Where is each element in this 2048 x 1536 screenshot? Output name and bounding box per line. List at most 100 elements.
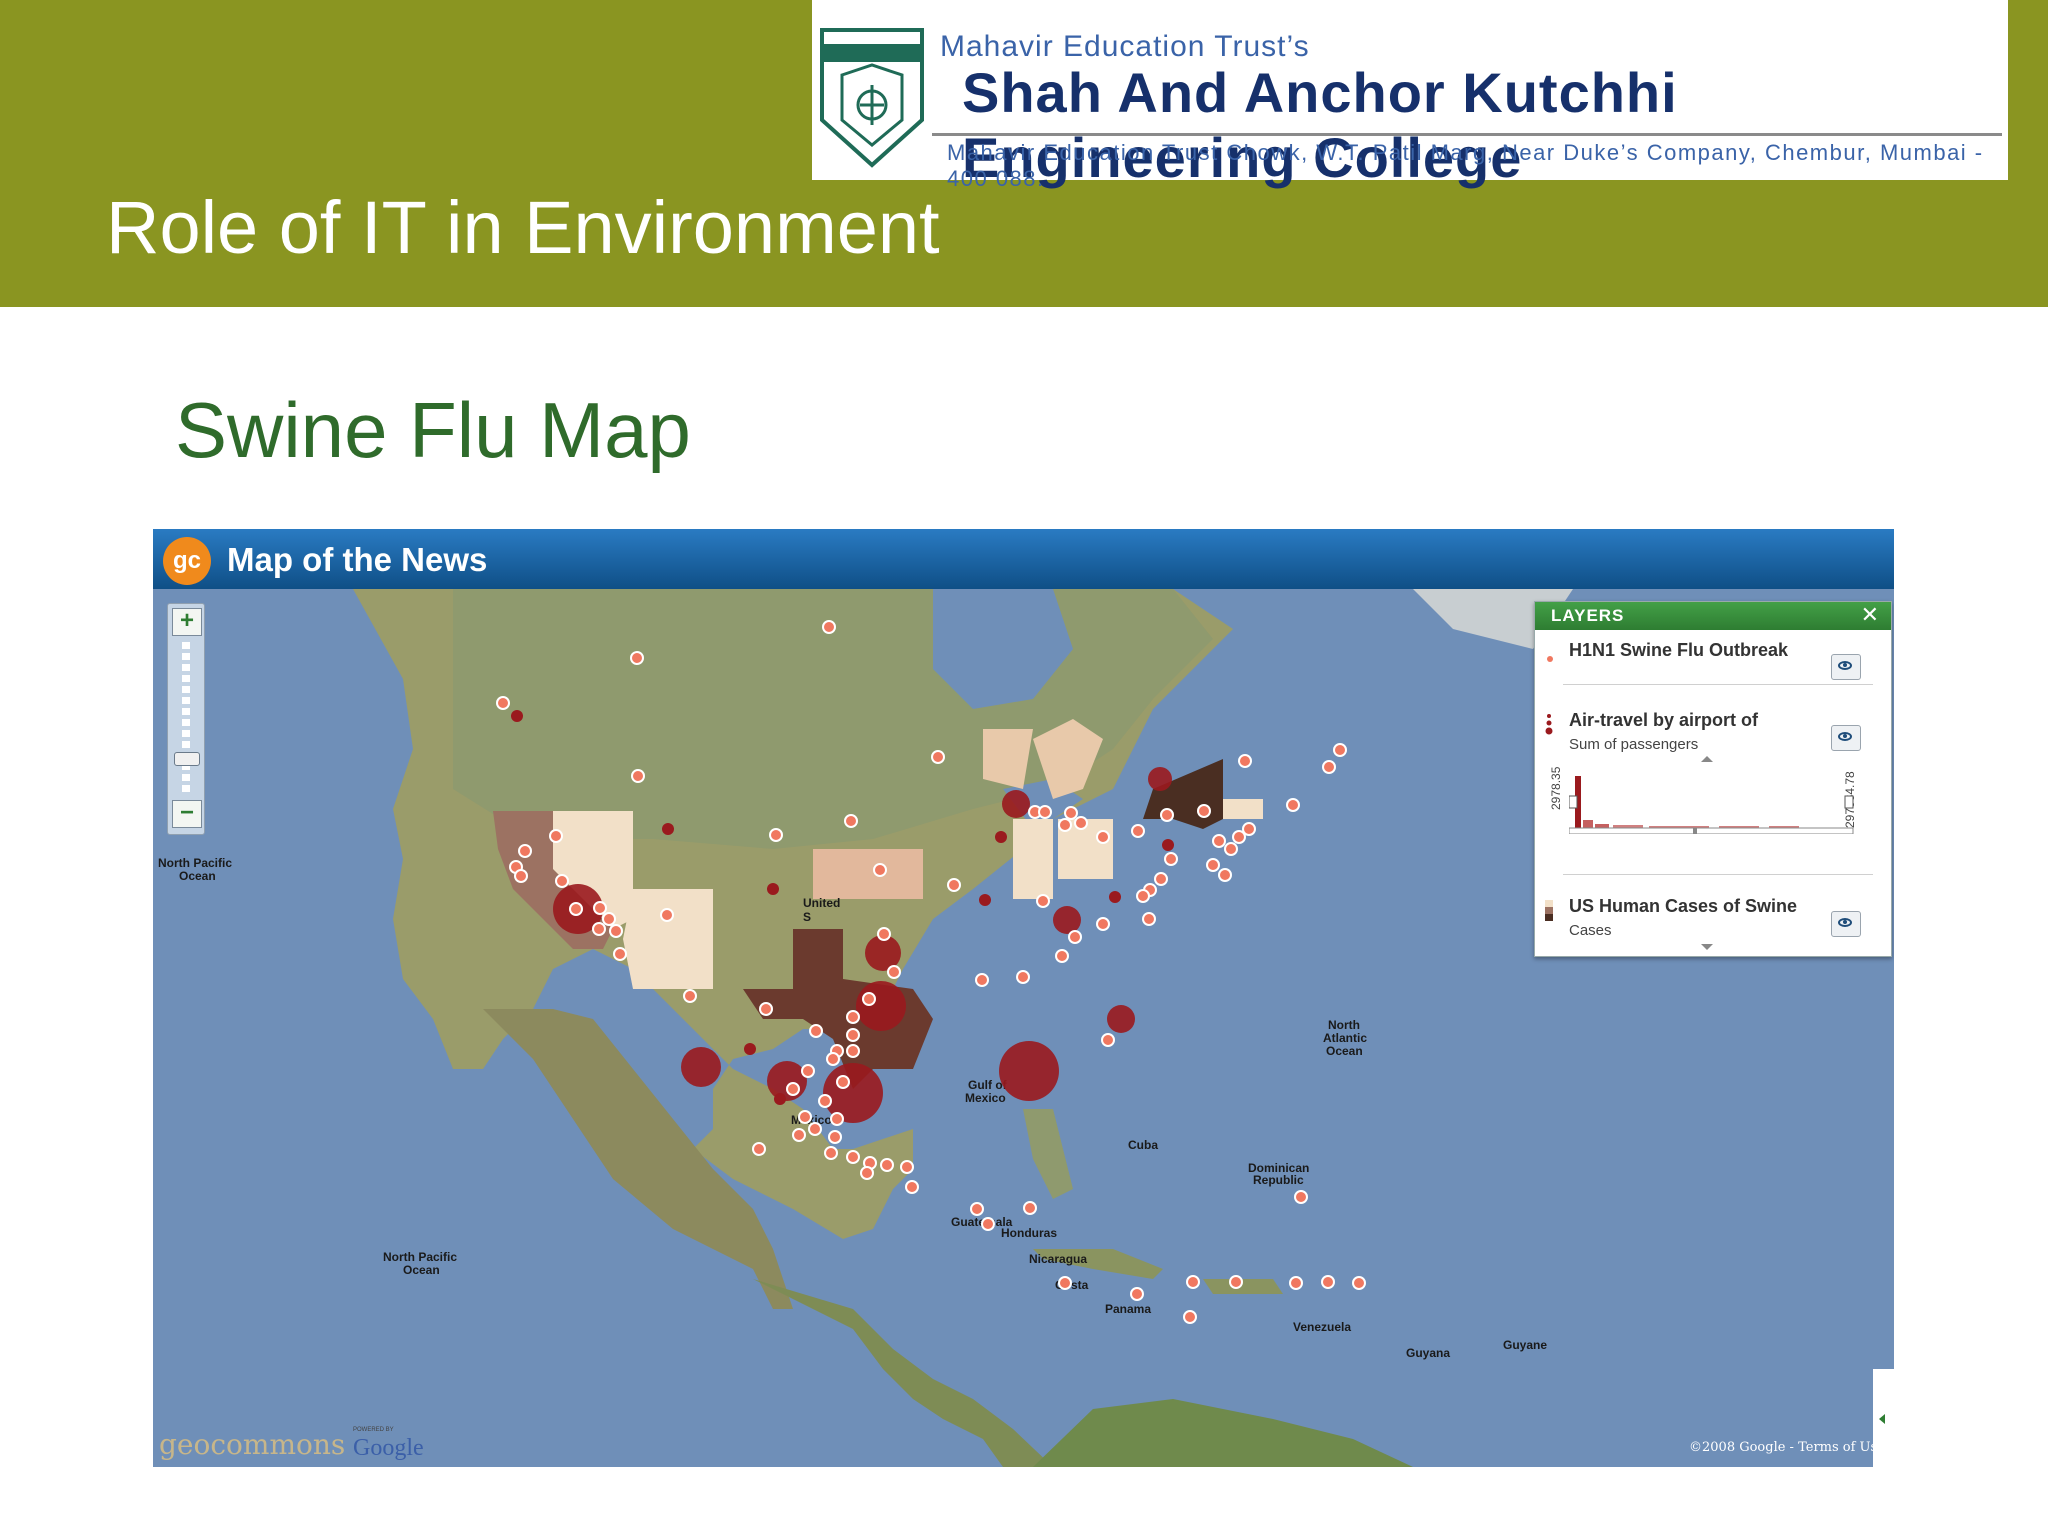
- outbreak-dot: [759, 1002, 773, 1016]
- collapse-down-icon[interactable]: [1700, 942, 1714, 952]
- airport-circle: [1002, 790, 1030, 818]
- outbreak-dot: [1289, 1276, 1303, 1290]
- layer-name-airtravel: Air-travel by airport of: [1569, 710, 1759, 730]
- outbreak-dot: [518, 844, 532, 858]
- outbreak-dot: [1164, 852, 1178, 866]
- collapse-up-icon[interactable]: [1700, 754, 1714, 764]
- histogram-handle-right[interactable]: [1844, 795, 1854, 809]
- outbreak-dot: [549, 829, 563, 843]
- outbreak-dot: [844, 814, 858, 828]
- airport-circle: [1107, 1005, 1135, 1033]
- outbreak-dot: [1322, 760, 1336, 774]
- outbreak-dot: [1096, 830, 1110, 844]
- label-united-states: United: [803, 896, 840, 910]
- label-north-atlantic: North: [1328, 1018, 1360, 1032]
- outbreak-dot: [975, 973, 989, 987]
- slide-subtitle: Swine Flu Map: [175, 386, 691, 474]
- zoom-slider-handle[interactable]: [174, 752, 200, 766]
- college-address: Mahavir Education Trust Chowk, W.T. Pati…: [947, 140, 1984, 191]
- outbreak-dot: [1294, 1190, 1308, 1204]
- slide-title: Role of IT in Environment: [106, 186, 940, 269]
- eye-icon-cases[interactable]: [1831, 911, 1861, 937]
- outbreak-dot: [1183, 1310, 1197, 1324]
- outbreak-dot: [826, 1052, 840, 1066]
- eye-icon-airtravel[interactable]: [1831, 725, 1861, 751]
- close-icon[interactable]: ✕: [1861, 603, 1879, 628]
- outbreak-dot: [1154, 872, 1168, 886]
- airport-circle: [1148, 767, 1172, 791]
- outbreak-dot: [824, 1146, 838, 1160]
- outbreak-dot: [1238, 754, 1252, 768]
- zoom-slider-track[interactable]: [182, 642, 190, 792]
- label-panama: Panama: [1105, 1302, 1151, 1316]
- outbreak-dot: [877, 927, 891, 941]
- outbreak-dot: [1130, 1287, 1144, 1301]
- layer-divider: [1563, 874, 1873, 875]
- outbreak-dot: [609, 924, 623, 938]
- outbreak-dot: [900, 1160, 914, 1174]
- outbreak-dot: [1321, 1275, 1335, 1289]
- outbreak-dot: [786, 1082, 800, 1096]
- histogram-handle-left[interactable]: [1569, 795, 1578, 809]
- outbreak-dot: [769, 828, 783, 842]
- outbreak-dot: [801, 1064, 815, 1078]
- outbreak-dot: [1036, 894, 1050, 908]
- map-credits: ©2008 Google - Terms of Use: [1689, 1440, 1885, 1455]
- college-banner: Mahavir Education Trust’s Shah And Ancho…: [812, 0, 2008, 191]
- layer-name-outbreak: H1N1 Swine Flu Outbreak: [1569, 640, 1789, 660]
- outbreak-dot: [631, 769, 645, 783]
- eye-icon-outbreak[interactable]: [1831, 654, 1861, 680]
- zoom-control: + −: [167, 603, 205, 835]
- outbreak-dot: [613, 947, 627, 961]
- outbreak-dot: [1224, 842, 1238, 856]
- layer-sub-airtravel: Sum of passengers: [1569, 736, 1699, 753]
- outbreak-dot: [752, 1142, 766, 1156]
- airport-circle: [999, 1041, 1059, 1101]
- outbreak-dot: [1142, 912, 1156, 926]
- histogram-bar: [1583, 820, 1593, 828]
- outbreak-dot: [1131, 824, 1145, 838]
- label-honduras: Honduras: [1001, 1226, 1057, 1240]
- label-united-states-b: S: [803, 910, 811, 924]
- outbreak-dot: [1242, 822, 1256, 836]
- outbreak-dot: [1101, 1033, 1115, 1047]
- powered-by-text: POWERED BY: [353, 1427, 394, 1433]
- outbreak-dot: [683, 989, 697, 1003]
- airport-dot: [995, 831, 1007, 843]
- outbreak-dot: [514, 869, 528, 883]
- label-north-atlantic-b: Atlantic: [1323, 1031, 1367, 1045]
- outbreak-dot: [880, 1158, 894, 1172]
- histogram-bar: [1595, 824, 1609, 828]
- outbreak-dot: [862, 992, 876, 1006]
- outbreak-dot: [1206, 858, 1220, 872]
- outbreak-dot: [1038, 805, 1052, 819]
- airport-dot: [767, 883, 779, 895]
- airport-dot: [1162, 839, 1174, 851]
- layer-sub-cases: Cases: [1569, 922, 1612, 939]
- label-guyane: Guyane: [1503, 1338, 1547, 1352]
- label-nicaragua: Nicaragua: [1029, 1252, 1087, 1266]
- outbreak-dot: [822, 620, 836, 634]
- outbreak-dot: [846, 1150, 860, 1164]
- airport-dot: [1109, 891, 1121, 903]
- outbreak-dot: [660, 908, 674, 922]
- outbreak-dot: [830, 1112, 844, 1126]
- outbreak-dot: [809, 1024, 823, 1038]
- outbreak-dot: [981, 1217, 995, 1231]
- zoom-in-button[interactable]: +: [172, 608, 202, 636]
- outbreak-dot: [887, 965, 901, 979]
- label-gulf-b: Mexico: [965, 1091, 1006, 1105]
- zoom-out-button[interactable]: −: [172, 800, 202, 828]
- airport-dot: [511, 710, 523, 722]
- outbreak-dot: [792, 1128, 806, 1142]
- outbreak-dot: [947, 878, 961, 892]
- layer-name-cases: US Human Cases of Swine: [1569, 896, 1798, 916]
- layers-panel: LAYERS ✕ H1N1 Swine Flu Outbreak Air-tra…: [1534, 601, 1892, 957]
- label-north-pacific-1b: Ocean: [179, 869, 216, 883]
- outbreak-dot: [592, 922, 606, 936]
- outbreak-dot: [1068, 930, 1082, 944]
- map-header: gc Map of the News: [153, 529, 1894, 589]
- airport-legend-icon: [1545, 714, 1553, 735]
- outbreak-dot: [860, 1166, 874, 1180]
- trust-line: Mahavir Education Trust’s: [940, 30, 1310, 63]
